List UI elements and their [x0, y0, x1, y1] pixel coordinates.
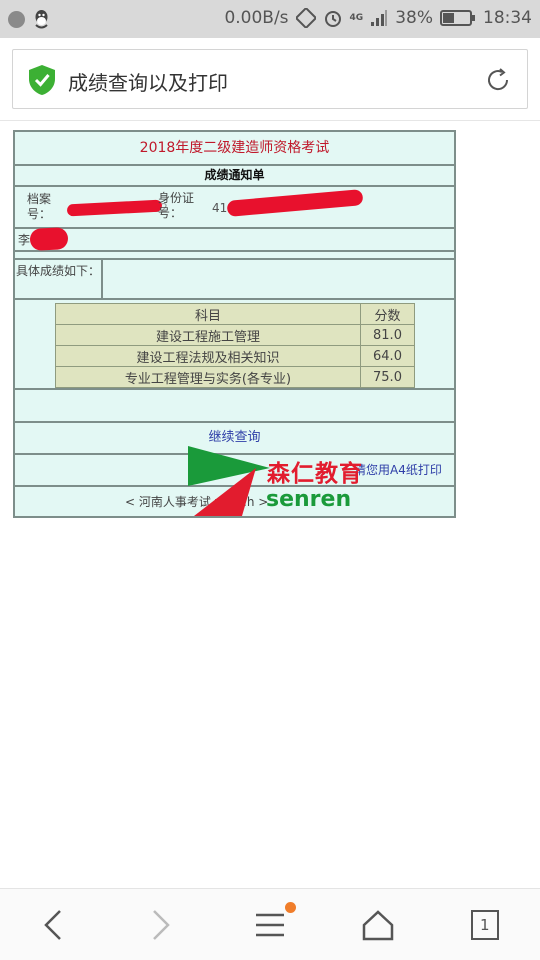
id-row: 档案号： 122 身份证号： 41 — [15, 187, 454, 229]
id-card-redaction — [226, 189, 364, 217]
id-card-value: 41 — [212, 201, 228, 215]
score-header: 分数 — [360, 303, 415, 325]
net-speed: 0.00B/s — [224, 8, 289, 28]
home-icon[interactable] — [358, 905, 398, 945]
watermark-logo-icon — [188, 446, 270, 516]
signal-icon — [371, 10, 388, 26]
exam-title: 2018年度二级建造师资格考试 — [15, 132, 454, 166]
signal-label: 4G — [349, 13, 364, 23]
qq-icon — [35, 10, 48, 29]
menu-notification-badge — [285, 902, 296, 913]
subject-cell: 专业工程管理与实务(各专业) — [55, 366, 361, 388]
alarm-icon — [324, 11, 341, 27]
name-redaction — [29, 227, 69, 251]
subject-cell: 建设工程法规及相关知识 — [55, 345, 361, 367]
detail-label: 具体成绩如下： — [15, 260, 103, 298]
detail-row: 具体成绩如下： — [15, 260, 454, 300]
notice-subtitle: 成绩通知单 — [15, 166, 454, 187]
tab-count: 1 — [480, 916, 490, 934]
name-row: 李： — [15, 227, 454, 252]
subject-cell: 建设工程施工管理 — [55, 324, 361, 346]
score-cell: 64.0 — [360, 345, 415, 367]
browser-nav-bar: 1 — [0, 888, 540, 960]
forward-icon[interactable] — [140, 905, 180, 945]
archive-number-label: 档案号： — [27, 192, 52, 221]
back-icon[interactable] — [34, 905, 74, 945]
watermark-en: senren — [266, 487, 352, 512]
secure-shield-icon — [29, 65, 55, 95]
battery-icon — [440, 10, 475, 26]
status-bar: 0.00B/s 4G 38% 18:34 — [0, 0, 540, 38]
tabs-button[interactable]: 1 — [466, 905, 506, 945]
table-row: 建设工程法规及相关知识 64.0 — [55, 345, 415, 367]
score-cell: 81.0 — [360, 324, 415, 346]
menu-icon[interactable] — [250, 905, 290, 945]
notification-dot-icon — [8, 10, 25, 28]
score-table: 科目 分数 建设工程施工管理 81.0 建设工程法规及相关知识 64.0 专业工… — [55, 303, 415, 388]
address-bar[interactable]: 成绩查询以及打印 — [12, 49, 528, 109]
id-card-label: 身份证号： — [158, 191, 195, 220]
spacer-row — [15, 252, 454, 260]
watermark-cn: 森仁教育 — [267, 461, 363, 487]
subject-header: 科目 — [55, 303, 361, 325]
battery-percent: 38% — [395, 8, 433, 28]
empty-row — [15, 390, 454, 423]
clock: 18:34 — [483, 8, 532, 28]
page-title: 成绩查询以及打印 — [68, 71, 228, 95]
score-table-header: 科目 分数 — [55, 303, 415, 325]
scores-row: 科目 分数 建设工程施工管理 81.0 建设工程法规及相关知识 64.0 专业工… — [15, 300, 454, 390]
print-hint-link[interactable]: 请您用A4纸打印 — [354, 461, 442, 478]
refresh-icon[interactable] — [485, 67, 511, 93]
address-divider — [0, 120, 540, 121]
rotation-icon — [295, 8, 316, 28]
score-cell: 75.0 — [360, 366, 415, 388]
table-row: 专业工程管理与实务(各专业) 75.0 — [55, 366, 415, 388]
table-row: 建设工程施工管理 81.0 — [55, 324, 415, 346]
